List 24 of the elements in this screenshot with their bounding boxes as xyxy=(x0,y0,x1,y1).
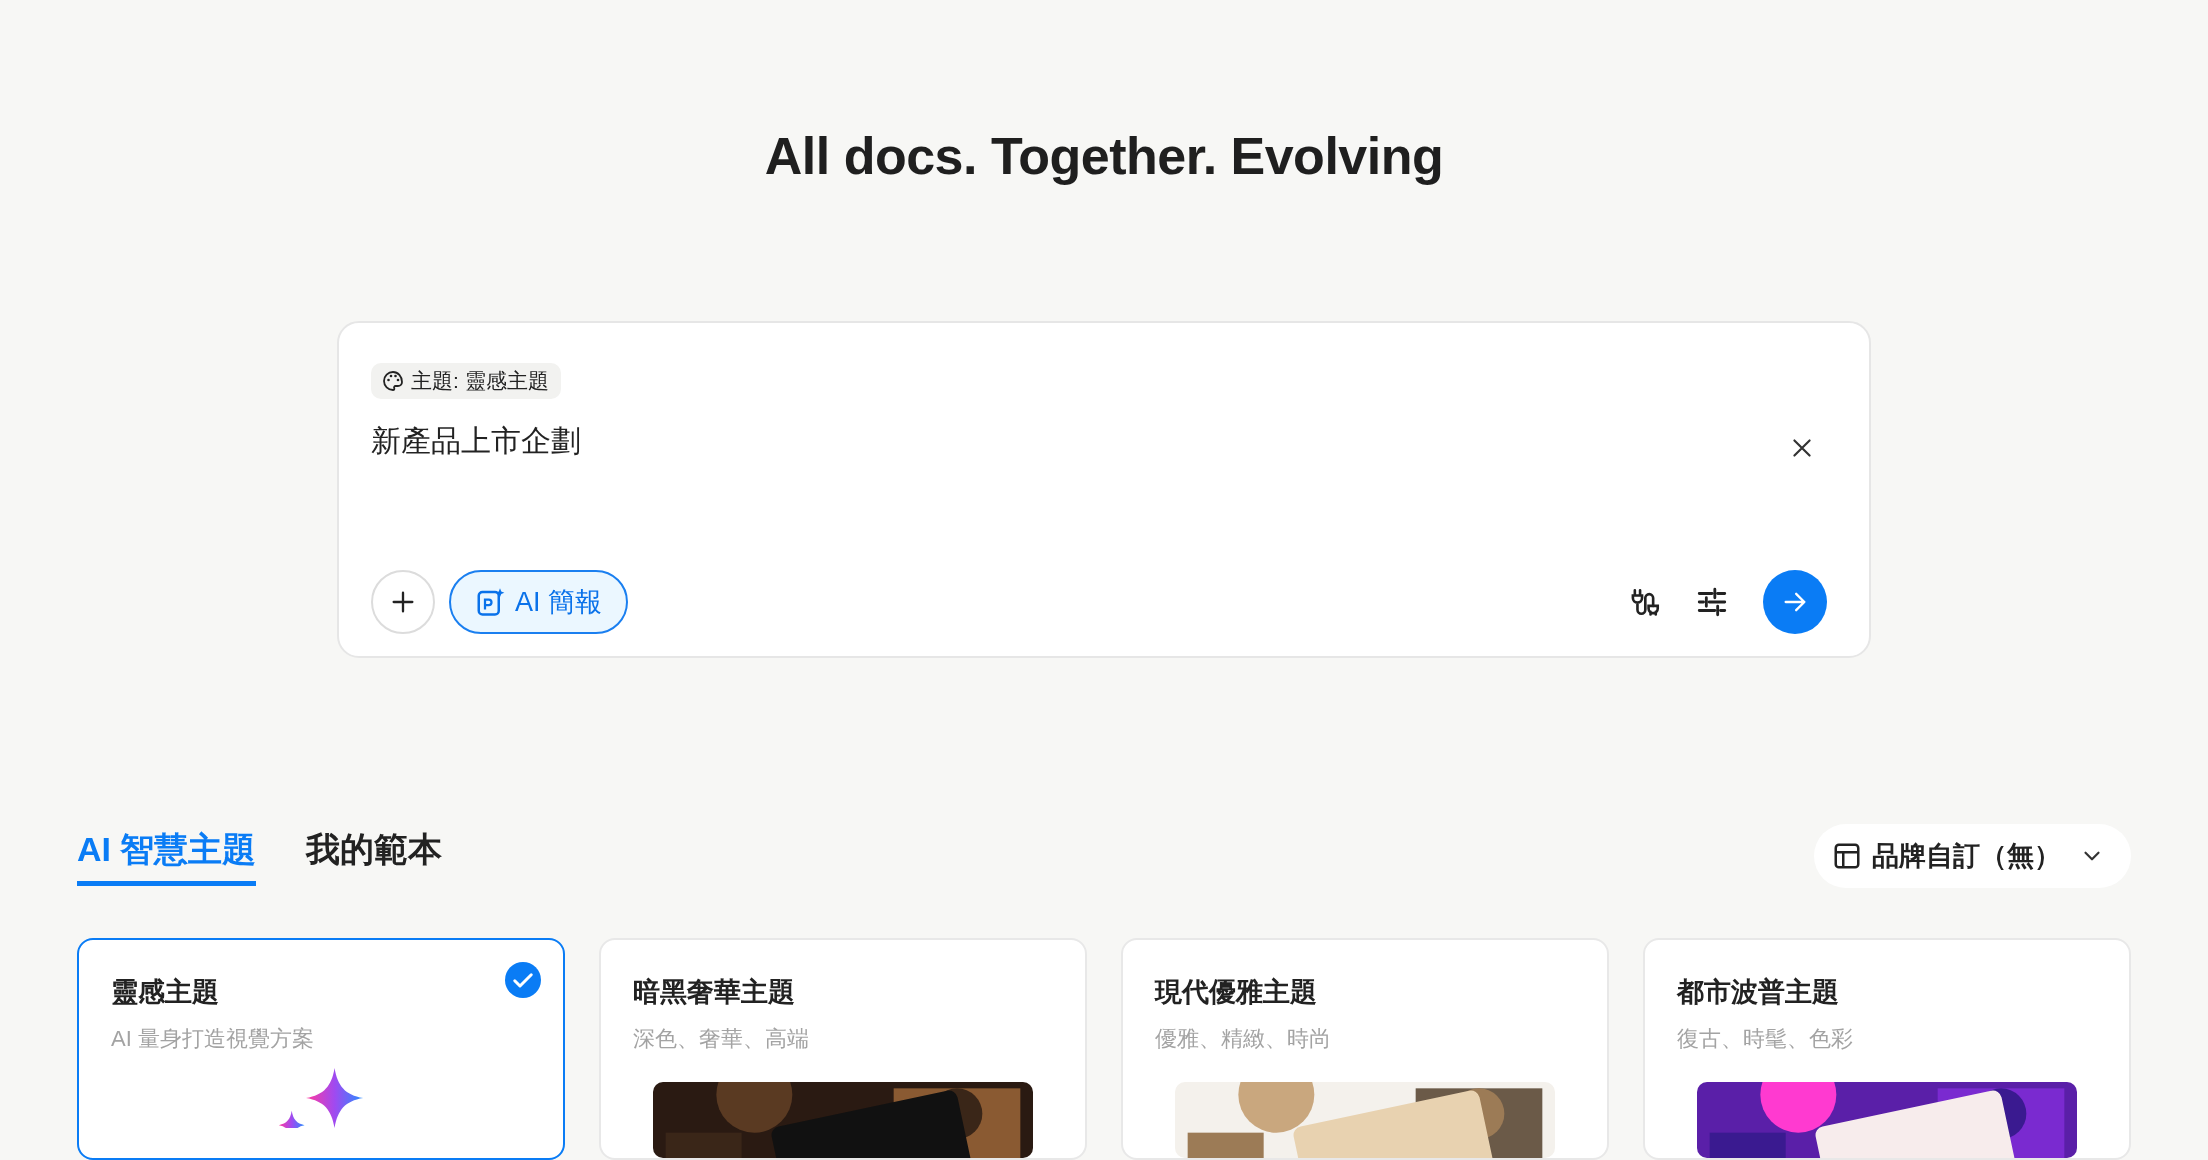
tab[interactable]: AI 智慧主題 xyxy=(77,826,257,886)
card-subtitle: 復古、時髦、色彩 xyxy=(1677,1025,1854,1053)
page-heading: All docs. Together. Evolving xyxy=(764,126,1444,186)
check-icon xyxy=(505,962,541,998)
theme-card[interactable]: 現代優雅主題 優雅、精緻、時尚 xyxy=(1121,938,1609,1160)
card-subtitle: 深色、奢華、高端 xyxy=(633,1025,810,1053)
theme-card[interactable]: 都市波普主題 復古、時髦、色彩 xyxy=(1643,938,2131,1160)
card-subtitle: 優雅、精緻、時尚 xyxy=(1155,1025,1332,1053)
layout-icon xyxy=(1832,841,1862,871)
card-title: 暗黑奢華主題 xyxy=(633,976,796,1009)
theme-card[interactable]: 暗黑奢華主題 深色、奢華、高端 xyxy=(599,938,1087,1160)
card-title: 都市波普主題 xyxy=(1677,976,1840,1009)
card-subtitle: AI 量身打造視覺方案 xyxy=(111,1025,315,1053)
palette-icon xyxy=(381,369,405,393)
theme-chip[interactable]: 主題: 靈感主題 xyxy=(371,363,561,399)
card-title: 靈感主題 xyxy=(111,976,220,1009)
brand-dropdown[interactable]: 品牌自訂（無） xyxy=(1814,824,2131,888)
card-title: 現代優雅主題 xyxy=(1155,976,1318,1009)
slide-sparkle-icon xyxy=(475,587,505,617)
settings-sliders-icon[interactable] xyxy=(1695,585,1729,619)
tab[interactable]: 我的範本 xyxy=(306,826,443,886)
ai-presentation-button[interactable]: AI 簡報 xyxy=(449,570,628,634)
prompt-field[interactable]: 新產品上市企劃 xyxy=(371,421,1789,465)
theme-card[interactable]: 靈感主題 AI 量身打造視覺方案 xyxy=(77,938,565,1160)
